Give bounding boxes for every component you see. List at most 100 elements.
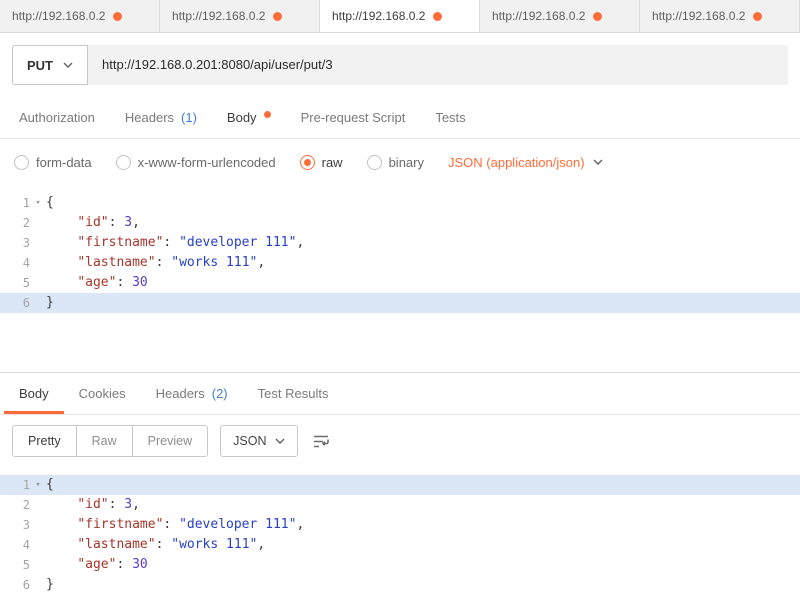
radio-circle [116,155,131,170]
tab-label: Tests [435,110,465,125]
line-number: 5 [0,555,30,575]
tab-label: http://192.168.0.2 [12,9,105,23]
code-line[interactable]: 3 "firstname": "developer 111", [0,515,800,535]
caret-spacer [30,515,46,535]
headers-count-badge: (2) [212,386,228,401]
caret-spacer [30,555,46,575]
caret-spacer [30,575,46,595]
code-line[interactable]: 4 "lastname": "works 111", [0,253,800,273]
code-text: "lastname": "works 111", [46,535,265,555]
body-content-indicator-dot [264,111,271,118]
wrap-lines-button[interactable] [310,429,332,453]
code-line[interactable]: 1▾{ [0,193,800,213]
code-line[interactable]: 6} [0,293,800,313]
line-number: 6 [0,293,30,313]
tab-label: Pre-request Script [301,110,406,125]
fold-caret-icon[interactable]: ▾ [30,475,46,495]
tab-label: Headers [125,110,174,125]
url-input[interactable]: http://192.168.0.201:8080/api/user/put/3 [88,45,788,85]
content-type-dropdown[interactable]: JSON (application/json) [448,155,603,170]
radio-circle-selected [300,155,315,170]
code-text: "firstname": "developer 111", [46,515,304,535]
request-tab-1[interactable]: http://192.168.0.2 [0,0,160,32]
caret-spacer [30,253,46,273]
code-line[interactable]: 5 "age": 30 [0,555,800,575]
tab-bar: http://192.168.0.2 http://192.168.0.2 ht… [0,0,800,33]
postman-app: { "colors": { "accent": "#ff6c37", "coun… [0,0,800,600]
code-line[interactable]: 4 "lastname": "works 111", [0,535,800,555]
tab-label: Test Results [258,386,329,401]
tab-authorization[interactable]: Authorization [4,97,110,138]
response-section-tabs: Body Cookies Headers (2) Test Results [0,373,800,415]
code-line[interactable]: 2 "id": 3, [0,213,800,233]
code-text: "id": 3, [46,213,140,233]
radio-circle [14,155,29,170]
request-tab-3-active[interactable]: http://192.168.0.2 [320,0,480,32]
radio-form-data[interactable]: form-data [14,155,92,170]
response-tab-headers[interactable]: Headers (2) [141,373,243,414]
url-text: http://192.168.0.201:8080/api/user/put/3 [102,57,333,72]
code-text: "firstname": "developer 111", [46,233,304,253]
radio-label: x-www-form-urlencoded [138,155,276,170]
request-url-bar: PUT http://192.168.0.201:8080/api/user/p… [0,33,800,97]
method-dropdown[interactable]: PUT [12,45,88,85]
radio-x-www-form-urlencoded[interactable]: x-www-form-urlencoded [116,155,276,170]
request-section-tabs: Authorization Headers (1) Body Pre-reque… [0,97,800,139]
fold-caret-icon[interactable]: ▾ [30,193,46,213]
tab-label: http://192.168.0.2 [492,9,585,23]
code-line[interactable]: 3 "firstname": "developer 111", [0,233,800,253]
unsaved-indicator-dot [593,12,602,21]
format-label: JSON [233,434,266,448]
request-tab-2[interactable]: http://192.168.0.2 [160,0,320,32]
code-text: } [46,293,54,313]
caret-spacer [30,233,46,253]
tab-label: Authorization [19,110,95,125]
radio-circle [367,155,382,170]
raw-button[interactable]: Raw [77,426,133,456]
view-mode-group: Pretty Raw Preview [12,425,208,457]
tab-pre-request-script[interactable]: Pre-request Script [286,97,421,138]
line-number: 6 [0,575,30,595]
code-line[interactable]: 5 "age": 30 [0,273,800,293]
request-tab-5[interactable]: http://192.168.0.2 [640,0,800,32]
code-text: "age": 30 [46,555,148,575]
unsaved-indicator-dot [753,12,762,21]
caret-spacer [30,535,46,555]
body-type-row: form-data x-www-form-urlencoded raw bina… [0,139,800,185]
radio-binary[interactable]: binary [367,155,424,170]
radio-label: binary [389,155,424,170]
response-section: Body Cookies Headers (2) Test Results Pr… [0,372,800,595]
unsaved-indicator-dot [113,12,122,21]
headers-count-badge: (1) [181,110,197,125]
response-editor[interactable]: 1▾{2 "id": 3,3 "firstname": "developer 1… [0,467,800,595]
code-text: "age": 30 [46,273,148,293]
line-number: 3 [0,233,30,253]
response-tab-cookies[interactable]: Cookies [64,373,141,414]
code-text: { [46,475,54,495]
preview-button[interactable]: Preview [133,426,207,456]
request-editor[interactable]: 1▾{2 "id": 3,3 "firstname": "developer 1… [0,185,800,372]
tab-tests[interactable]: Tests [420,97,480,138]
code-line[interactable]: 2 "id": 3, [0,495,800,515]
chevron-down-icon [275,438,285,444]
unsaved-indicator-dot [433,12,442,21]
tab-headers[interactable]: Headers (1) [110,97,212,138]
code-line[interactable]: 1▾{ [0,475,800,495]
response-tab-test-results[interactable]: Test Results [243,373,344,414]
code-line[interactable]: 6} [0,575,800,595]
tab-label: http://192.168.0.2 [172,9,265,23]
code-text: { [46,193,54,213]
response-tab-body[interactable]: Body [4,373,64,414]
tab-label: http://192.168.0.2 [652,9,745,23]
response-format-dropdown[interactable]: JSON [220,425,298,457]
wrap-lines-icon [312,433,330,449]
line-number: 5 [0,273,30,293]
code-text: "lastname": "works 111", [46,253,265,273]
caret-spacer [30,495,46,515]
caret-spacer [30,213,46,233]
radio-raw-selected[interactable]: raw [300,155,343,170]
tab-body[interactable]: Body [212,97,286,138]
response-toolbar: Pretty Raw Preview JSON [0,415,800,467]
request-tab-4[interactable]: http://192.168.0.2 [480,0,640,32]
pretty-button[interactable]: Pretty [13,426,77,456]
